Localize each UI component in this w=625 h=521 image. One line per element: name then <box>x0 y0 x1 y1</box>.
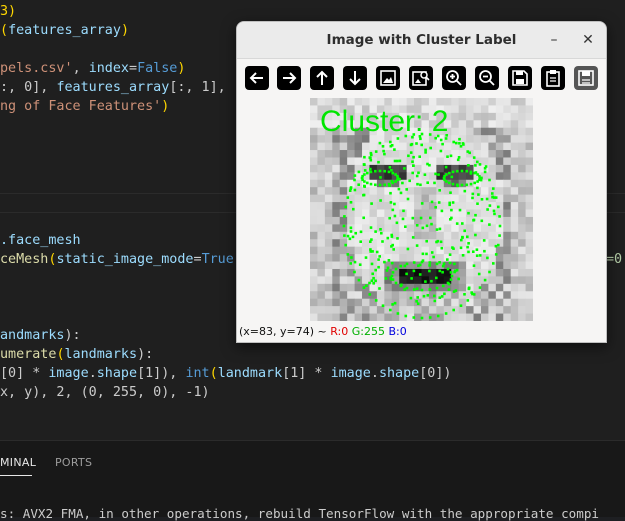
code-token: image <box>48 366 89 381</box>
arrow-left-icon <box>249 72 263 84</box>
code-token: :, 0], <box>0 80 57 95</box>
zoom-out-button[interactable] <box>475 66 499 90</box>
image-window: Image with Cluster Label – ✕ Cluster: 2 … <box>236 21 607 343</box>
active-tab-indicator <box>0 475 32 476</box>
image-search-icon <box>412 71 430 86</box>
zoom-fit-button[interactable] <box>376 66 400 90</box>
code-token: = <box>129 61 138 76</box>
code-token: [1] * <box>282 366 331 381</box>
properties-button[interactable] <box>574 66 598 90</box>
code-token: , <box>72 61 89 76</box>
pan-up-button[interactable] <box>310 66 334 90</box>
code-token: ceMesh <box>0 252 49 267</box>
cluster-label: Cluster: 2 <box>320 105 448 138</box>
code-line: ng of Face Features') <box>0 97 169 116</box>
terminal-output: s: AVX2 FMA, in other operations, rebuil… <box>0 506 599 521</box>
code-token: features_array <box>56 80 170 95</box>
code-token: 3) <box>0 4 17 19</box>
forward-button[interactable] <box>277 66 301 90</box>
code-token: ): <box>137 347 154 362</box>
code-line: [0] * image.shape[1]), int(landmark[1] *… <box>0 364 452 383</box>
code-token: int <box>185 366 210 381</box>
code-token: = <box>193 252 202 267</box>
code-token: umerate <box>0 347 57 362</box>
code-line: andmarks): <box>0 326 81 345</box>
code-line: pels.csv', index=False) <box>0 59 185 78</box>
code-line: .face_mesh <box>0 231 81 250</box>
code-token: False <box>137 61 178 76</box>
code-token: static_image_mode <box>56 252 194 267</box>
properties-icon <box>578 70 594 86</box>
zoom-in-button[interactable] <box>442 66 466 90</box>
displayed-image[interactable]: Cluster: 2 <box>310 98 533 321</box>
code-line: (features_array) <box>0 21 129 40</box>
code-line: 3) <box>0 2 16 21</box>
save-button[interactable] <box>508 66 532 90</box>
close-icon: ✕ <box>582 32 594 48</box>
code-token: pels.csv' <box>0 61 73 76</box>
code-overflow-fragment: =0. <box>606 252 625 267</box>
pixel-green-value: G:255 <box>351 325 385 338</box>
code-line: x, y), 2, (0, 255, 0), -1) <box>0 383 210 402</box>
back-button[interactable] <box>245 66 269 90</box>
status-bar: (x=83, y=74) ~ R:0 G:255 B:0 <box>237 322 606 342</box>
code-token: landmark <box>217 366 283 381</box>
code-line: ceMesh(static_image_mode=True <box>0 250 234 269</box>
window-titlebar[interactable]: Image with Cluster Label – ✕ <box>237 22 606 59</box>
arrow-up-icon <box>316 70 328 85</box>
code-line: :, 0], features_array[:, 1], <box>0 78 226 97</box>
arrow-down-icon <box>349 71 361 86</box>
code-token: image <box>330 366 371 381</box>
code-token: andmarks <box>0 328 65 343</box>
code-token: ng of Face Features' <box>0 99 162 114</box>
image-icon <box>380 70 396 86</box>
zoom-in-icon <box>446 70 462 86</box>
code-token: True <box>201 252 234 267</box>
zoom-original-button[interactable] <box>409 66 433 90</box>
copy-clipboard-button[interactable] <box>541 66 565 90</box>
code-token: ( <box>0 23 9 38</box>
arrow-right-icon <box>283 72 297 84</box>
code-line: umerate(landmarks): <box>0 345 153 364</box>
face-landmark-image: Cluster: 2 <box>310 98 533 321</box>
code-token: [1]), <box>137 366 186 381</box>
code-token: . <box>88 366 97 381</box>
close-button[interactable]: ✕ <box>578 30 598 50</box>
code-token: ) <box>120 23 129 38</box>
cursor-coords: (x=83, y=74) ~ <box>239 325 327 338</box>
minimize-button[interactable]: – <box>544 30 564 50</box>
pan-down-button[interactable] <box>343 66 367 90</box>
code-token: ) <box>177 61 186 76</box>
code-token: landmarks <box>64 347 138 362</box>
code-token: [0]) <box>419 366 452 381</box>
tab-ports[interactable]: PORTS <box>55 456 92 469</box>
code-token: ): <box>64 328 81 343</box>
pixel-blue-value: B:0 <box>388 325 407 338</box>
save-icon <box>512 70 528 86</box>
code-token: shape <box>96 366 138 381</box>
code-token: [:, 1], <box>169 80 226 95</box>
code-token: ) <box>161 99 170 114</box>
code-token: .face_mesh <box>0 233 81 248</box>
code-token: ( <box>56 347 65 362</box>
zoom-out-icon <box>479 70 495 86</box>
code-token: x, y), 2, (0, 255, 0), -1) <box>0 385 210 400</box>
code-token: features_array <box>8 23 121 38</box>
minimize-icon: – <box>550 32 558 48</box>
code-token: shape <box>378 366 420 381</box>
tab-terminal[interactable]: MINAL <box>0 456 36 469</box>
code-token: [0] * <box>0 366 49 381</box>
clipboard-icon <box>546 70 560 87</box>
pixel-red-value: R:0 <box>330 325 349 338</box>
bottom-panel: MINAL PORTS s: AVX2 FMA, in other operat… <box>0 440 625 521</box>
code-token: ( <box>209 366 218 381</box>
code-token: . <box>370 366 379 381</box>
code-token: index <box>88 61 129 76</box>
